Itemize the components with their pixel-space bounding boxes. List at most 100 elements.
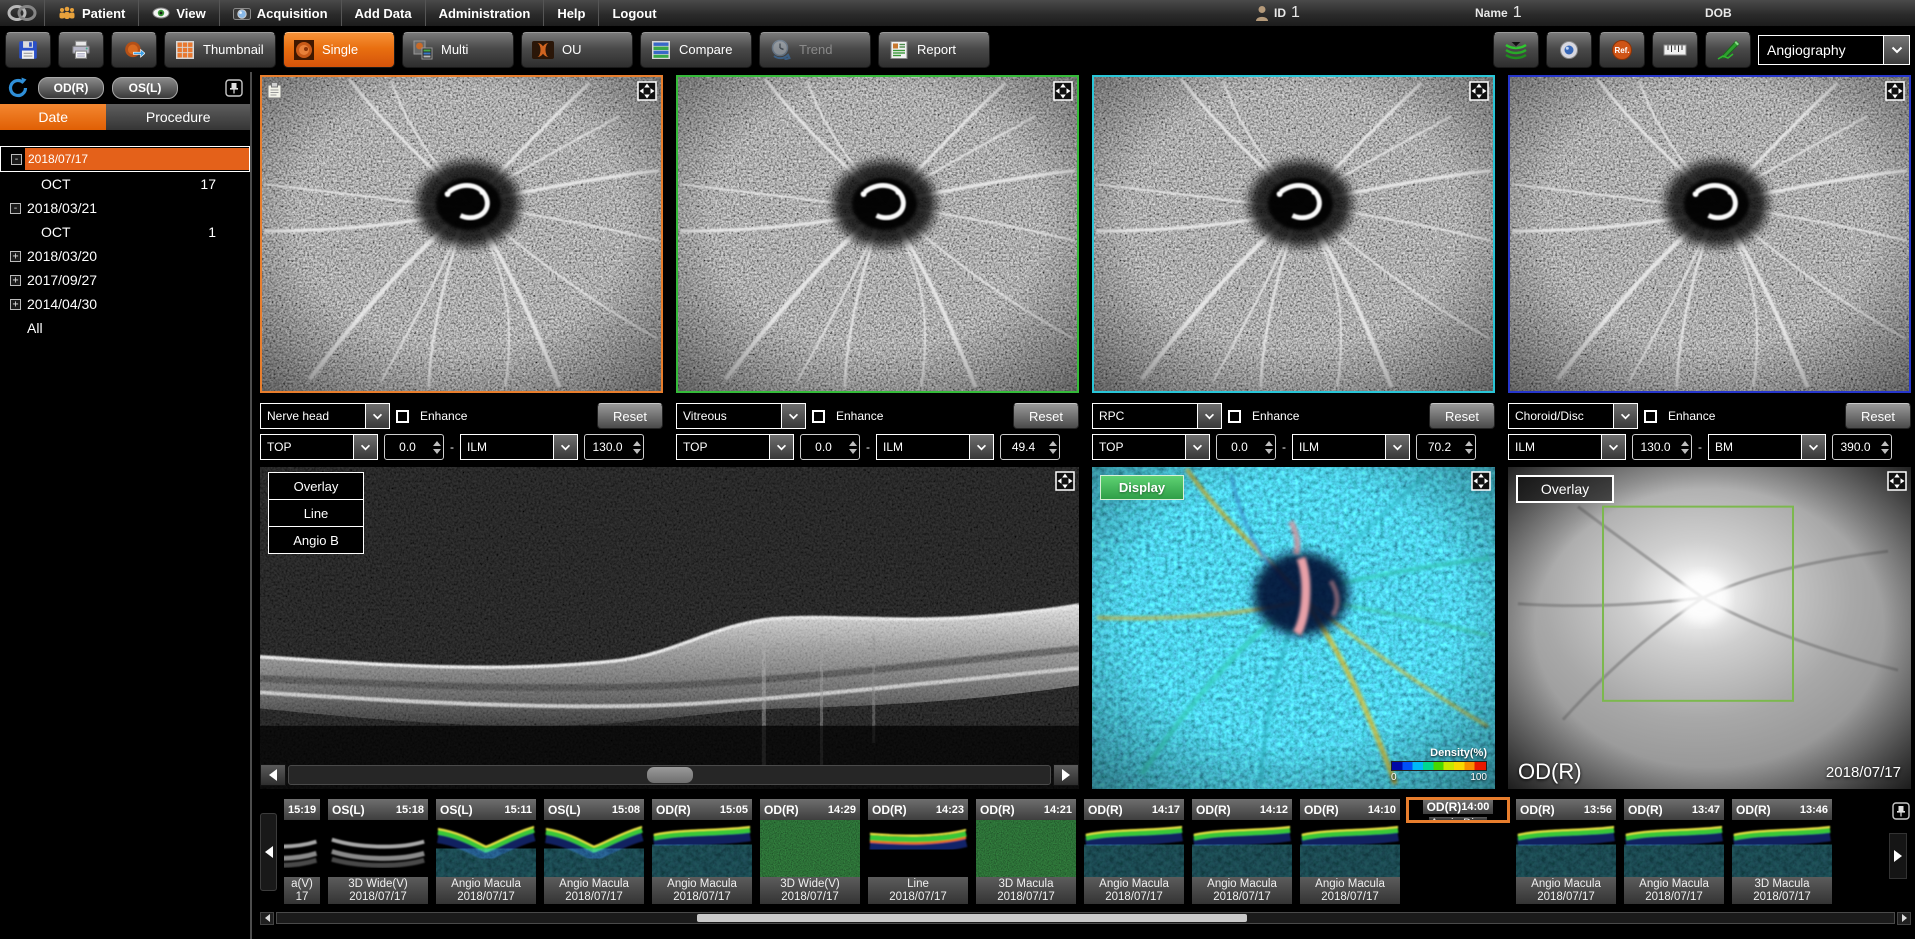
tree-item-date[interactable]: - 2018/03/21 (0, 196, 250, 220)
from-layer-select[interactable]: ILM (1508, 434, 1626, 460)
eye-filter-od-button[interactable]: OD(R) (38, 77, 104, 99)
stepper-arrows[interactable] (1462, 435, 1475, 459)
angio-enface-panel-2[interactable] (676, 75, 1079, 393)
bscan-scrollbar[interactable] (260, 764, 1079, 786)
scrollbar-track[interactable] (288, 765, 1051, 785)
reset-button[interactable]: Reset (1013, 403, 1079, 429)
density-map-panel[interactable]: Display Density(%) 0 100 (1092, 467, 1495, 789)
reference-button[interactable]: Ref. (1599, 32, 1645, 68)
tree-expander-icon[interactable]: - (10, 203, 21, 214)
strip-horizontal-scrollbar[interactable] (260, 911, 1911, 925)
tree-item-date[interactable]: - 2018/07/17 (0, 146, 250, 172)
save-button[interactable] (5, 32, 51, 68)
menu-logout[interactable]: Logout (598, 0, 669, 26)
to-offset-stepper[interactable]: 49.4 (1000, 434, 1060, 460)
menu-patient[interactable]: Patient (44, 0, 138, 26)
tab-date[interactable]: Date (0, 104, 106, 130)
from-layer-select[interactable]: TOP (676, 434, 794, 460)
view-mode-single-button[interactable]: Single (283, 32, 395, 68)
expand-icon[interactable] (1887, 471, 1907, 491)
menu-administration[interactable]: Administration (425, 0, 544, 26)
fundus-image[interactable] (1508, 467, 1911, 789)
view-mode-ou-button[interactable]: OU (521, 32, 633, 68)
scan-thumbnail[interactable]: OS(L)15:11 Angio Macula2018/07/17 (434, 797, 538, 907)
scan-thumbnail[interactable]: OD(R)14:12 Angio Macula2018/07/17 (1190, 797, 1294, 907)
to-layer-select[interactable]: ILM (460, 434, 578, 460)
note-icon[interactable] (266, 81, 283, 100)
stepper-arrows[interactable] (430, 435, 443, 459)
fundus-panel[interactable]: Overlay OD(R) 2018/07/17 (1508, 467, 1911, 789)
angio-enface-panel-1[interactable] (260, 75, 663, 393)
view-mode-multi-button[interactable]: Multi (402, 32, 514, 68)
bscan-image[interactable] (260, 467, 1079, 789)
annotate-button[interactable] (1705, 32, 1751, 68)
line-toggle-button[interactable]: Line (268, 499, 364, 527)
tree-item-procedure[interactable]: OCT 17 (0, 172, 250, 196)
tab-procedure[interactable]: Procedure (106, 104, 250, 130)
stepper-arrows[interactable] (1678, 435, 1691, 459)
scan-thumbnail[interactable]: OD(R)14:10 Angio Macula2018/07/17 (1298, 797, 1402, 907)
slab-preset-select[interactable]: Choroid/Disc (1508, 403, 1638, 429)
angio-enface-panel-4[interactable] (1508, 75, 1911, 393)
expand-icon[interactable] (1055, 471, 1075, 491)
scan-thumbnail[interactable]: OD(R)13:46 3D Macula2018/07/17 (1730, 797, 1834, 907)
strip-pin-button[interactable] (1891, 801, 1911, 821)
fundus-overlay-button[interactable]: Overlay (1516, 475, 1614, 503)
tree-expander-icon[interactable]: + (10, 251, 21, 262)
scan-thumbnail[interactable]: OD(R)14:29 3D Wide(V)2018/07/17 (758, 797, 862, 907)
print-button[interactable] (58, 32, 104, 68)
enhance-checkbox[interactable] (1228, 410, 1241, 423)
from-offset-stepper[interactable]: 0.0 (1216, 434, 1276, 460)
eye-filter-os-button[interactable]: OS(L) (112, 77, 178, 99)
to-offset-stepper[interactable]: 70.2 (1416, 434, 1476, 460)
view-mode-thumbnail-button[interactable]: Thumbnail (164, 32, 276, 68)
from-offset-stepper[interactable]: 130.0 (1632, 434, 1692, 460)
from-offset-stepper[interactable]: 0.0 (800, 434, 860, 460)
stepper-arrows[interactable] (1046, 435, 1059, 459)
octa-enface-image[interactable] (678, 77, 1077, 391)
slab-preset-select[interactable]: RPC (1092, 403, 1222, 429)
enhance-checkbox[interactable] (1644, 410, 1657, 423)
scroll-right-button[interactable] (1053, 764, 1079, 786)
tree-item-date[interactable]: + 2017/09/27 (0, 268, 250, 292)
stepper-arrows[interactable] (846, 435, 859, 459)
to-offset-stepper[interactable]: 130.0 (584, 434, 644, 460)
enhance-checkbox[interactable] (396, 410, 409, 423)
stepper-arrows[interactable] (1262, 435, 1275, 459)
to-layer-select[interactable]: ILM (876, 434, 994, 460)
from-offset-stepper[interactable]: 0.0 (384, 434, 444, 460)
scan-thumbnail[interactable]: OD(R)13:56 Angio Macula2018/07/17 (1514, 797, 1618, 907)
tree-item-date[interactable]: + 2014/04/30 (0, 292, 250, 316)
to-offset-stepper[interactable]: 390.0 (1832, 434, 1892, 460)
density-map-image[interactable] (1092, 467, 1495, 789)
octa-enface-image[interactable] (262, 77, 661, 391)
export-button[interactable] (111, 32, 157, 68)
strip-scroll-left-button[interactable] (260, 813, 277, 891)
angio-b-toggle-button[interactable]: Angio B (268, 526, 364, 554)
expand-icon[interactable] (1053, 81, 1073, 101)
measure-button[interactable] (1652, 32, 1698, 68)
tree-expander-icon[interactable]: + (10, 275, 21, 286)
sidebar-pin-button[interactable] (224, 78, 244, 98)
scrollbar-track[interactable] (276, 912, 1895, 924)
stepper-arrows[interactable] (1878, 435, 1891, 459)
capture-button[interactable] (1546, 32, 1592, 68)
overlay-toggle-button[interactable]: Overlay (268, 472, 364, 500)
enhance-checkbox[interactable] (812, 410, 825, 423)
stepper-arrows[interactable] (630, 435, 643, 459)
tree-item-procedure[interactable]: OCT 1 (0, 220, 250, 244)
analysis-mode-select[interactable]: Angiography (1758, 35, 1910, 65)
menu-help[interactable]: Help (543, 0, 598, 26)
scrollbar-thumb[interactable] (697, 914, 1247, 922)
angio-enface-panel-3[interactable] (1092, 75, 1495, 393)
view-mode-report-button[interactable]: Report (878, 32, 990, 68)
scan-thumbnail-selected[interactable]: OD(R)14:00 Angio Disc2018/07/17 (1406, 797, 1510, 823)
scan-thumbnail[interactable]: OD(R)13:47 Angio Macula2018/07/17 (1622, 797, 1726, 907)
scan-thumbnail[interactable]: OS(L)15:08 Angio Macula2018/07/17 (542, 797, 646, 907)
view-mode-compare-button[interactable]: Compare (640, 32, 752, 68)
menu-add-data[interactable]: Add Data (341, 0, 425, 26)
scan-thumbnail[interactable]: OD(R)14:17 Angio Macula2018/07/17 (1082, 797, 1186, 907)
to-layer-select[interactable]: BM (1708, 434, 1826, 460)
display-button[interactable]: Display (1100, 475, 1184, 500)
expand-icon[interactable] (1469, 81, 1489, 101)
